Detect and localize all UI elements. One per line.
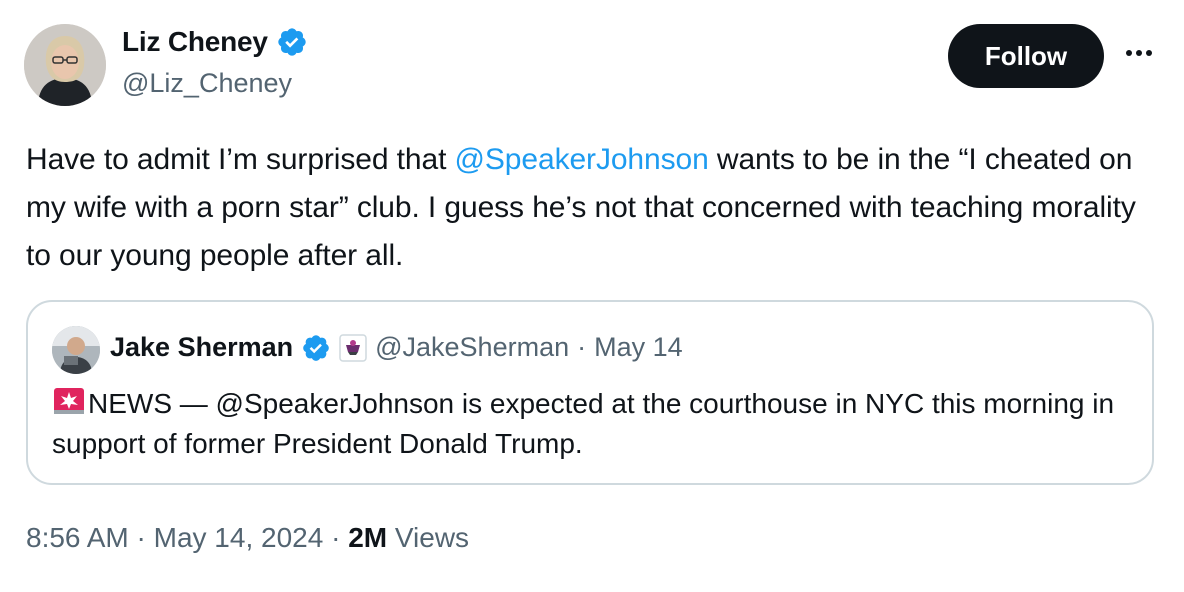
quoted-author-handle[interactable]: @JakeSherman (375, 332, 569, 363)
author-handle[interactable]: @Liz_Cheney (122, 68, 292, 99)
quoted-tweet-text: NEWS — @SpeakerJohnson is expected at th… (52, 384, 1132, 464)
footer-separator: · (136, 522, 146, 553)
author-name[interactable]: Liz Cheney (122, 26, 268, 58)
footer-separator: · (331, 522, 341, 553)
meta-separator: · (577, 332, 587, 362)
follow-button[interactable]: Follow (948, 24, 1104, 88)
affiliate-logo-icon (339, 333, 367, 362)
quoted-text-body: NEWS — @SpeakerJohnson is expected at th… (52, 388, 1115, 459)
quoted-author-name[interactable]: Jake Sherman (110, 332, 293, 363)
tweet-time[interactable]: 8:56 AM (26, 522, 129, 553)
tweet-date[interactable]: May 14, 2024 (154, 522, 324, 553)
mention-link[interactable]: @SpeakerJohnson (455, 143, 709, 176)
more-horizontal-icon[interactable] (1122, 36, 1156, 70)
quoted-author-avatar[interactable] (52, 326, 100, 374)
quoted-date[interactable]: May 14 (594, 332, 683, 363)
author-name-row: Liz Cheney (122, 26, 308, 58)
tweet-text: Have to admit I’m surprised that @Speake… (26, 136, 1156, 280)
rotating-light-icon (54, 388, 84, 414)
views-count: 2M (348, 522, 388, 553)
author-avatar[interactable] (24, 24, 106, 106)
views-label: Views (394, 522, 470, 553)
verified-badge-icon (303, 334, 329, 361)
quoted-header: Jake Sherman @JakeSherman · May 14 (110, 332, 683, 363)
tweet-footer: 8:56 AM · May 14, 2024 · 2M Views (26, 522, 469, 554)
verified-badge-icon (278, 28, 306, 56)
tweet-text-part1: Have to admit I’m surprised that (26, 143, 455, 176)
